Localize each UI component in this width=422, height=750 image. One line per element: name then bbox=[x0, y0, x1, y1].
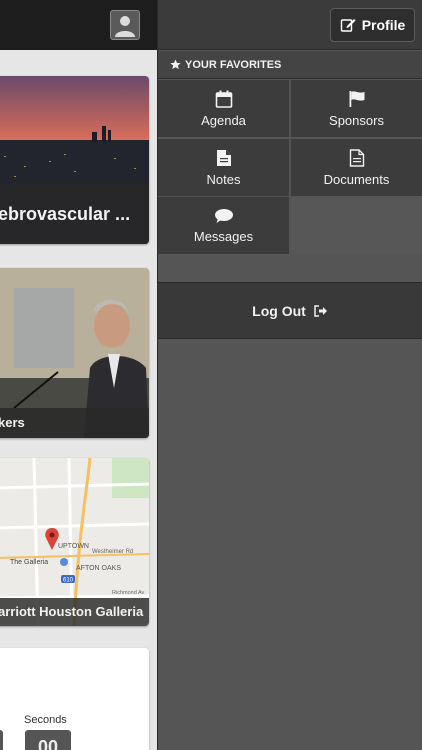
map-label-westheimer: Westheimer Rd bbox=[92, 549, 133, 555]
tile-messages[interactable]: Messages bbox=[158, 197, 289, 254]
favorites-header: YOUR FAVORITES bbox=[158, 51, 422, 79]
seconds-value: 00 bbox=[37, 737, 59, 750]
event-card-speakers[interactable]: kers bbox=[0, 268, 149, 438]
map-label-uptown: UPTOWN bbox=[58, 543, 89, 550]
profile-button[interactable]: Profile bbox=[330, 8, 415, 42]
star-icon bbox=[170, 59, 181, 70]
flag-icon bbox=[349, 90, 364, 107]
tile-sponsors[interactable]: Sponsors bbox=[291, 80, 422, 137]
tile-documents[interactable]: Documents bbox=[291, 139, 422, 196]
top-bar bbox=[0, 0, 157, 50]
calendar-icon bbox=[215, 90, 232, 108]
map-label-afton-oaks: AFTON OAKS bbox=[76, 565, 121, 572]
tile-label: Agenda bbox=[201, 112, 246, 128]
tile-label: Notes bbox=[206, 171, 241, 187]
logout-button[interactable]: Log Out bbox=[158, 282, 422, 339]
countdown-minutes-box bbox=[0, 730, 3, 750]
user-avatar-button[interactable] bbox=[110, 10, 140, 40]
tile-empty bbox=[291, 197, 422, 254]
chat-bubble-icon bbox=[214, 208, 233, 223]
card-title: arriott Houston Galleria bbox=[0, 598, 149, 626]
logout-label: Log Out bbox=[252, 302, 306, 319]
side-menu: Profile YOUR FAVORITES Agenda Sponsors N… bbox=[157, 0, 422, 750]
favorites-header-label: YOUR FAVORITES bbox=[185, 58, 282, 71]
card-title: kers bbox=[0, 408, 149, 438]
seconds-label: Seconds bbox=[24, 714, 67, 726]
countdown-card: : Seconds 00 bbox=[0, 648, 149, 750]
card-title: ebrovascular ... bbox=[0, 184, 149, 244]
tile-label: Messages bbox=[193, 228, 254, 244]
tile-label: Documents bbox=[323, 171, 390, 187]
edit-icon bbox=[340, 19, 356, 32]
countdown-title-fragment: : bbox=[0, 680, 2, 696]
tile-label: Sponsors bbox=[329, 112, 384, 128]
map-highway-shield: 610 bbox=[63, 578, 74, 584]
event-card-skyline[interactable]: ebrovascular ... bbox=[0, 76, 149, 244]
seconds-value-box: 00 bbox=[25, 730, 71, 750]
tile-agenda[interactable]: Agenda bbox=[158, 80, 289, 137]
sign-out-icon bbox=[314, 304, 327, 317]
user-silhouette-icon bbox=[115, 16, 135, 37]
profile-label: Profile bbox=[361, 17, 406, 33]
document-icon bbox=[349, 148, 364, 167]
note-icon bbox=[216, 149, 231, 166]
map-label-galleria: The Galleria bbox=[10, 559, 48, 566]
event-card-venue[interactable]: UPTOWN The Galleria AFTON OAKS Westheime… bbox=[0, 458, 149, 626]
main-content-panel: ebrovascular ... kers UPTOWN The Galleri… bbox=[0, 0, 157, 750]
tile-notes[interactable]: Notes bbox=[158, 139, 289, 196]
menu-header: Profile bbox=[158, 0, 422, 50]
map-label-richmond: Richmond Av bbox=[112, 590, 145, 596]
